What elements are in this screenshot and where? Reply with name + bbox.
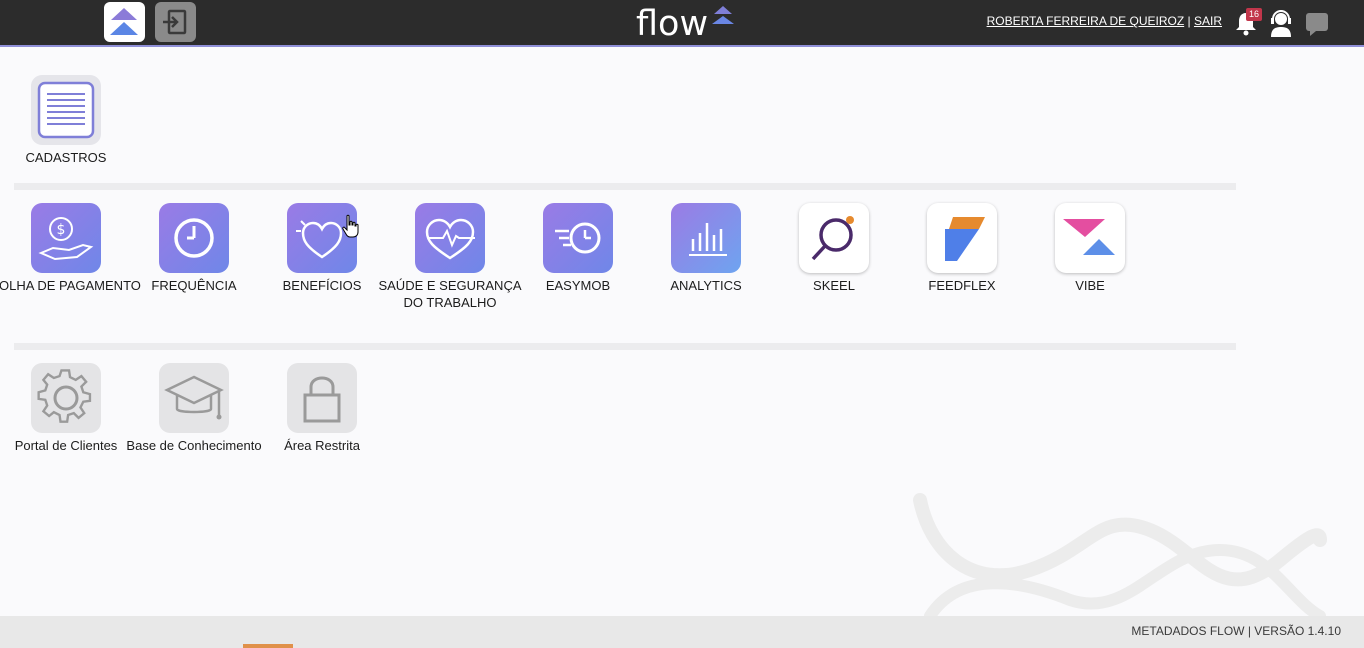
feedflex-tile: [927, 203, 997, 273]
clock-icon: [174, 218, 214, 258]
login-button[interactable]: [155, 2, 196, 42]
sign-in-icon: [163, 9, 187, 35]
hand-cursor-icon: [342, 214, 359, 238]
logout-link[interactable]: SAIR: [1194, 14, 1222, 28]
easymob-tile: [543, 203, 613, 273]
version-text: METADADOS FLOW | VERSÃO 1.4.10: [1131, 624, 1341, 638]
lock-icon: [303, 376, 341, 423]
skeel-logo-icon: [811, 216, 854, 261]
saude-tile: [415, 203, 485, 273]
area-restrita-tile: [287, 363, 357, 433]
logo-arrow-icon: [712, 6, 735, 24]
footer-accent: [243, 644, 293, 648]
vibe-tile: [1055, 203, 1125, 273]
heartbeat-icon: [425, 218, 475, 260]
decorative-wave: [913, 493, 1327, 616]
user-separator: |: [1187, 14, 1191, 28]
app-label: Área Restrita: [284, 438, 360, 453]
app-label: CADASTROS: [25, 150, 107, 165]
home-button[interactable]: [104, 2, 145, 42]
chat-icon[interactable]: [1305, 11, 1329, 36]
user-name-link[interactable]: ROBERTA FERREIRA DE QUEIROZ: [987, 14, 1185, 28]
section-divider: [14, 343, 1236, 350]
analytics-tile: [671, 203, 741, 273]
gear-icon: [37, 369, 92, 423]
flow-logo-icon: [110, 8, 138, 35]
vibe-logo-icon: [1063, 219, 1115, 255]
support-agent-icon[interactable]: [1269, 9, 1293, 37]
conhecimento-tile: [159, 363, 229, 433]
hand-coin-icon: $: [38, 217, 94, 261]
frequencia-tile: [159, 203, 229, 273]
feedflex-logo-icon: [945, 217, 985, 261]
section-divider: [14, 183, 1236, 190]
svg-text:$: $: [57, 222, 66, 238]
logo-text: flow: [636, 4, 709, 44]
top-bar: flow ROBERTA FERREIRA DE QUEIROZ | SAIR …: [0, 0, 1364, 47]
flow-logo: flow: [636, 4, 738, 44]
bar-chart-icon: [689, 223, 727, 256]
app-label: VIBE: [1075, 278, 1105, 293]
fast-clock-icon: [555, 222, 601, 254]
skeel-tile: [799, 203, 869, 273]
notification-badge: 16: [1246, 8, 1263, 21]
list-document-icon: [37, 81, 95, 139]
portal-tile: [31, 363, 101, 433]
graduation-cap-icon: [164, 375, 224, 420]
footer: METADADOS FLOW | VERSÃO 1.4.10: [0, 616, 1364, 648]
user-area: ROBERTA FERREIRA DE QUEIROZ | SAIR: [987, 14, 1222, 28]
folha-tile: $: [31, 203, 101, 273]
cadastros-tile: [31, 75, 101, 145]
